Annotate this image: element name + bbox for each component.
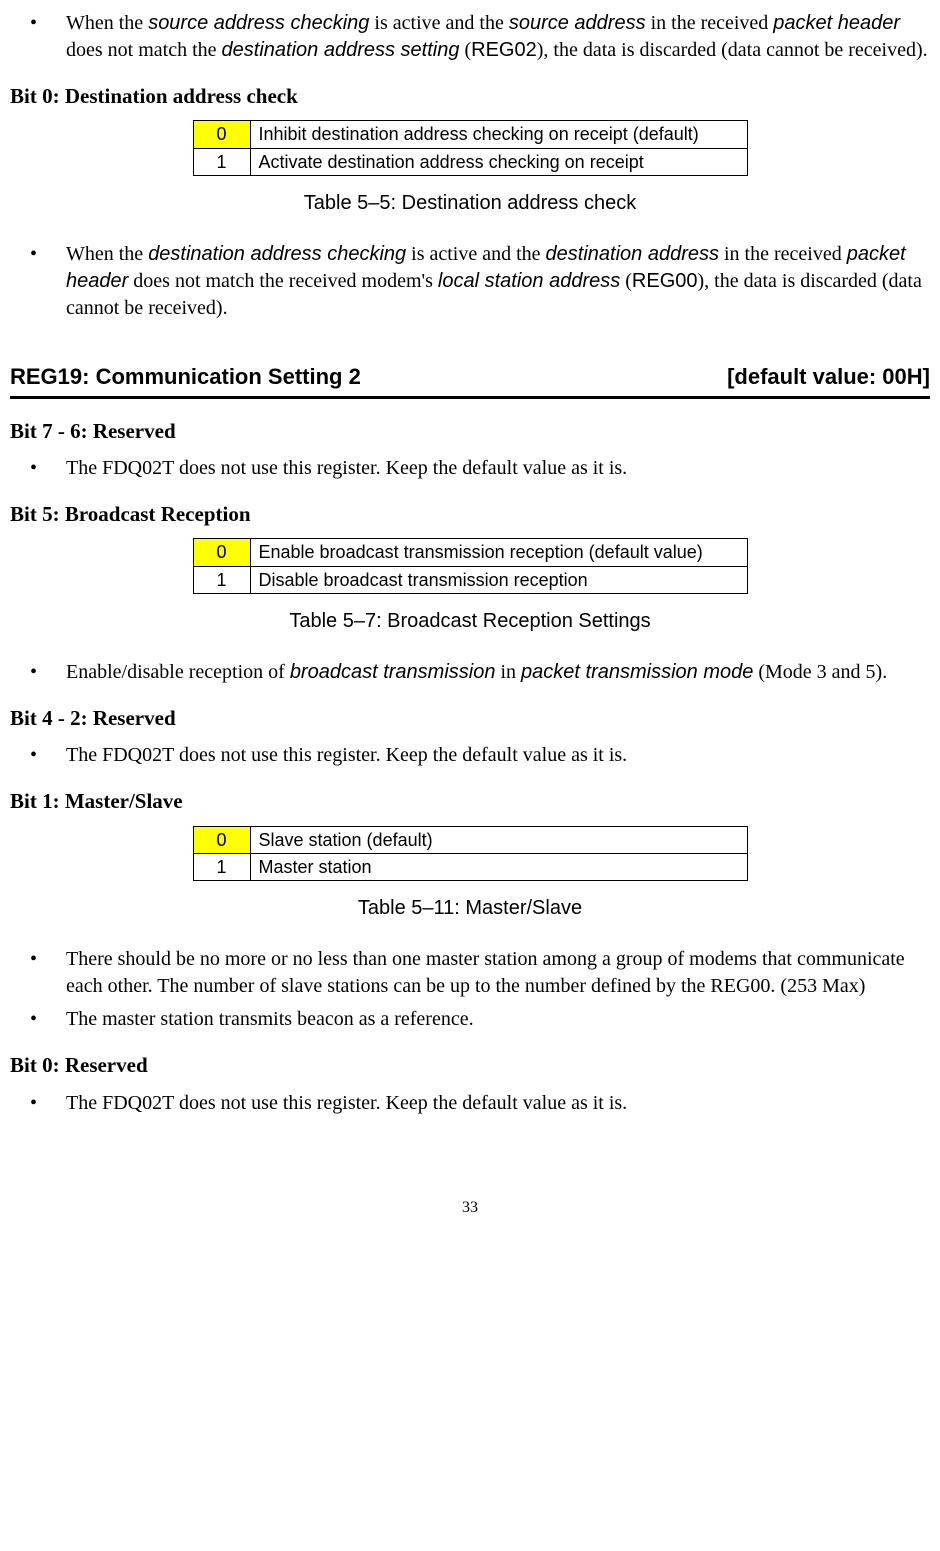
bit1-heading: Bit 1: Master/Slave: [10, 787, 930, 815]
table-5-11-caption: Table 5–11: Master/Slave: [10, 895, 930, 922]
bit5-heading: Bit 5: Broadcast Reception: [10, 500, 930, 528]
description-cell: Inhibit destination address checking on …: [250, 121, 747, 148]
table-row: 0Enable broadcast transmission reception…: [193, 539, 747, 566]
table-5-5-caption: Table 5–5: Destination address check: [10, 190, 930, 217]
description-cell: Master station: [250, 853, 747, 880]
broadcast-bullet: Enable/disable reception of broadcast tr…: [10, 659, 930, 686]
bit7-6-heading: Bit 7 - 6: Reserved: [10, 417, 930, 445]
value-cell: 1: [193, 148, 250, 175]
beacon-bullet: The master station transmits beacon as a…: [10, 1006, 930, 1033]
value-cell: 1: [193, 566, 250, 593]
description-cell: Slave station (default): [250, 826, 747, 853]
description-cell: Enable broadcast transmission reception …: [250, 539, 747, 566]
description-cell: Activate destination address checking on…: [250, 148, 747, 175]
master-slave-table: 0Slave station (default)1Master station: [193, 826, 748, 882]
bit4-2-heading: Bit 4 - 2: Reserved: [10, 704, 930, 732]
reg19-title: REG19: Communication Setting 2: [10, 362, 361, 392]
page-number: 33: [10, 1197, 930, 1219]
master-count-bullet: There should be no more or no less than …: [10, 946, 930, 1000]
value-cell: 0: [193, 826, 250, 853]
table-row: 0Inhibit destination address checking on…: [193, 121, 747, 148]
value-cell: 0: [193, 539, 250, 566]
bit4-2-bullet: The FDQ02T does not use this register. K…: [10, 742, 930, 769]
table-row: 1Master station: [193, 853, 747, 880]
dest-check-table: 0Inhibit destination address checking on…: [193, 120, 748, 176]
dest-check-bullet: When the destination address checking is…: [10, 241, 930, 322]
reg19-default: [default value: 00H]: [727, 362, 930, 392]
table-row: 1Disable broadcast transmission receptio…: [193, 566, 747, 593]
table-5-7-caption: Table 5–7: Broadcast Reception Settings: [10, 608, 930, 635]
table-row: 1Activate destination address checking o…: [193, 148, 747, 175]
value-cell: 1: [193, 853, 250, 880]
reg19-heading: REG19: Communication Setting 2 [default …: [10, 362, 930, 399]
bit0-dest-check-heading: Bit 0: Destination address check: [10, 82, 930, 110]
source-check-bullet: When the source address checking is acti…: [10, 10, 930, 64]
broadcast-table: 0Enable broadcast transmission reception…: [193, 538, 748, 594]
bit7-6-bullet: The FDQ02T does not use this register. K…: [10, 455, 930, 482]
description-cell: Disable broadcast transmission reception: [250, 566, 747, 593]
table-row: 0Slave station (default): [193, 826, 747, 853]
bit0-reserved-bullet: The FDQ02T does not use this register. K…: [10, 1090, 930, 1117]
bit0-reserved-heading: Bit 0: Reserved: [10, 1051, 930, 1079]
value-cell: 0: [193, 121, 250, 148]
